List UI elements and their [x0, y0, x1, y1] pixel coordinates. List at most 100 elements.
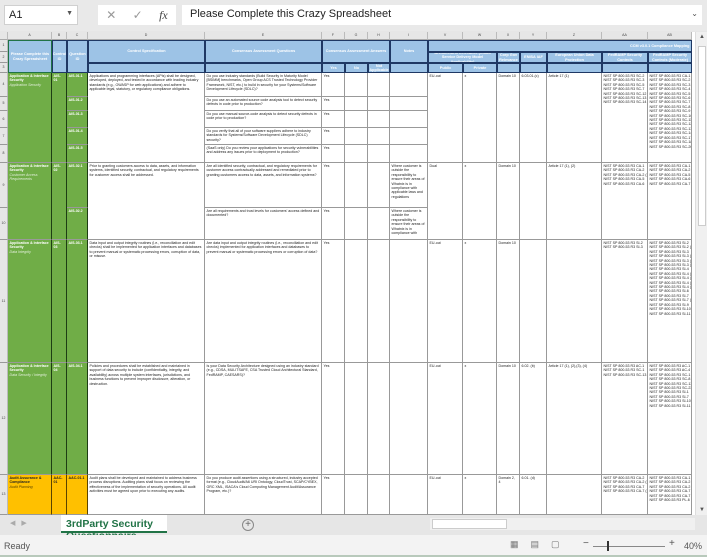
header-question-id[interactable]: Question ID — [67, 40, 88, 73]
column-header-d[interactable]: D — [88, 32, 205, 40]
header-blank[interactable] — [205, 63, 322, 73]
chevron-down-icon[interactable]: ▼ — [66, 10, 73, 17]
eu-cell[interactable] — [547, 240, 602, 363]
answer-na-cell[interactable] — [368, 208, 390, 240]
answer-na-cell[interactable] — [368, 145, 390, 163]
column-header-a[interactable]: A — [8, 32, 52, 40]
column-header-h[interactable]: H — [368, 32, 390, 40]
question-cell[interactable]: Do you verify that all of your software … — [205, 128, 322, 145]
column-header-b[interactable]: B — [52, 32, 67, 40]
row-header-9[interactable]: 9 — [0, 163, 8, 208]
eu-cell[interactable]: Article 17 (1) — [547, 73, 602, 163]
corp-gov-cell[interactable]: Domain 10 — [497, 73, 520, 163]
notes-cell[interactable] — [390, 240, 428, 363]
normal-view-icon[interactable]: ▦ — [510, 539, 519, 550]
header-blank[interactable] — [390, 63, 428, 73]
answer-no-cell[interactable] — [345, 363, 368, 475]
spreadsheet-grid[interactable]: A B C D E F G H I V W X Y Z AA AB Please Complete this C… — [0, 32, 695, 515]
notes-cell[interactable] — [390, 363, 428, 475]
formula-input[interactable]: Please Complete this Crazy Spreadsheet ⌄ — [182, 5, 702, 25]
answer-no-cell[interactable] — [345, 128, 368, 145]
control-spec-cell[interactable]: Prior to granting customers access to da… — [88, 163, 205, 240]
domain-cell[interactable]: Application & Interface Security Data Sec… — [8, 363, 52, 475]
answer-yes-cell[interactable]: Yes — [322, 111, 345, 128]
question-cell[interactable]: Is your Data Security Architecture desig… — [205, 363, 322, 475]
control-id-cell[interactable]: AIS-02 — [52, 163, 67, 240]
zoom-slider[interactable]: − + — [583, 538, 683, 552]
question-id-cell[interactable]: AIS-01.2 — [67, 97, 88, 111]
notes-cell[interactable] — [390, 475, 428, 515]
header-fedramp-moderate[interactable]: FedRAMP Security Controls (Moderate) — [648, 52, 692, 63]
answer-na-cell[interactable] — [368, 163, 390, 208]
page-layout-view-icon[interactable]: ▤ — [531, 539, 540, 550]
corp-gov-cell[interactable]: Domain 10 — [497, 240, 520, 363]
header-na[interactable]: Not Applicable — [368, 63, 390, 73]
public-cell[interactable]: EU-out — [428, 363, 463, 475]
answer-yes-cell[interactable]: Yes — [322, 475, 345, 515]
answer-no-cell[interactable] — [345, 73, 368, 97]
question-id-cell[interactable]: AIS-01.1 — [67, 73, 88, 97]
question-cell[interactable]: Are all requirements and trust levels fo… — [205, 208, 322, 240]
row-header-1[interactable]: 1 — [0, 40, 8, 52]
fedramp-mod-cell[interactable]: NIST SP 800-53 R3 CA-1 NIST SP 800-53 R3 … — [648, 475, 692, 515]
eu-cell[interactable]: Article 17 (1), (2),(3), (4) — [547, 363, 602, 475]
header-questions[interactable]: Consensus Assessment Questions — [205, 40, 322, 63]
header-blank[interactable] — [602, 63, 648, 73]
header-blank[interactable] — [648, 63, 692, 73]
enisa-cell[interactable]: 6.02. (b) — [520, 363, 547, 475]
fedramp-cell[interactable]: NIST SP 800-53 R3 SI-2 NIST SP 800-53 R3 … — [602, 240, 648, 363]
row-header-6[interactable]: 6 — [0, 111, 8, 128]
question-id-cell[interactable]: AIS-04.1 — [67, 363, 88, 475]
cell-a1[interactable]: Please Complete this Crazy Spreadsheet — [8, 40, 52, 73]
header-eu[interactable]: European Union Data Protection — [547, 52, 602, 63]
header-yes[interactable]: Yes — [322, 63, 345, 73]
answer-no-cell[interactable] — [345, 97, 368, 111]
row-header-4[interactable]: 4 — [0, 73, 8, 97]
answer-no-cell[interactable] — [345, 475, 368, 515]
corp-gov-cell[interactable]: Domain 2, 4 — [497, 475, 520, 515]
control-spec-cell[interactable]: Applications and programming interfaces … — [88, 73, 205, 163]
sheet-tab-3rdparty-security-questionnaire[interactable]: 3rdParty Security Questionnaire — [61, 515, 167, 542]
add-sheet-button[interactable]: + — [242, 519, 254, 531]
enisa-cell[interactable] — [520, 240, 547, 363]
answer-yes-cell[interactable]: Yes — [322, 97, 345, 111]
insert-function-icon[interactable]: fx — [159, 8, 168, 23]
header-notes[interactable]: Notes — [390, 40, 428, 63]
domain-cell[interactable]: Audit Assurance & Compliance Audit Planni… — [8, 475, 52, 515]
question-id-cell[interactable]: AIS-01.4 — [67, 128, 88, 145]
question-id-cell[interactable]: AIS-01.5 — [67, 145, 88, 163]
control-id-cell[interactable]: AIS-03 — [52, 240, 67, 363]
answer-na-cell[interactable] — [368, 363, 390, 475]
eu-cell[interactable]: Article 17 (1), (2) — [547, 163, 602, 240]
fedramp-cell[interactable]: NIST SP 800-53 R3 CA-2 NIST SP 800-53 R3 … — [602, 475, 648, 515]
row-header-5[interactable]: 5 — [0, 97, 8, 111]
scroll-down-icon[interactable]: ▼ — [699, 507, 705, 513]
row-header-7[interactable]: 7 — [0, 128, 8, 145]
fedramp-mod-cell[interactable]: NIST SP 800-53 R3 AC-1 NIST SP 800-53 R3 … — [648, 363, 692, 475]
column-header-e[interactable]: E — [205, 32, 322, 40]
header-blank[interactable] — [88, 63, 205, 73]
public-cell[interactable]: EU-out — [428, 73, 463, 163]
row-header-12[interactable]: 12 — [0, 363, 8, 475]
enisa-cell[interactable] — [520, 163, 547, 240]
control-id-cell[interactable]: AAC-01 — [52, 475, 67, 515]
private-cell[interactable]: x — [463, 475, 497, 515]
answer-na-cell[interactable] — [368, 128, 390, 145]
public-cell[interactable]: Dual — [428, 163, 463, 240]
private-cell[interactable]: x — [463, 363, 497, 475]
domain-cell[interactable]: Application & Interface Security Applicat… — [8, 73, 52, 163]
header-mapping[interactable]: CCM v3.0.1 Compliance Mapping — [428, 40, 692, 52]
header-private[interactable]: Private — [463, 63, 497, 73]
sheet-nav-arrows[interactable]: ◀▶ — [10, 519, 33, 527]
fedramp-cell[interactable]: NIST SP 800-53 R3 SC-2 NIST SP 800-53 R3 … — [602, 73, 648, 163]
zoom-in-button[interactable]: + — [669, 538, 675, 549]
enter-icon[interactable]: ✓ — [133, 8, 143, 22]
question-cell[interactable]: (SaaS only) Do you review your applicati… — [205, 145, 322, 163]
column-header-w[interactable]: W — [463, 32, 497, 40]
scroll-up-icon[interactable]: ▲ — [699, 34, 705, 40]
control-id-cell[interactable]: AIS-01 — [52, 73, 67, 163]
header-no[interactable]: No — [345, 63, 368, 73]
column-header-g[interactable]: G — [345, 32, 368, 40]
question-id-cell[interactable]: AIS-02.1 — [67, 163, 88, 208]
row-header-2[interactable]: 2 — [0, 52, 8, 63]
